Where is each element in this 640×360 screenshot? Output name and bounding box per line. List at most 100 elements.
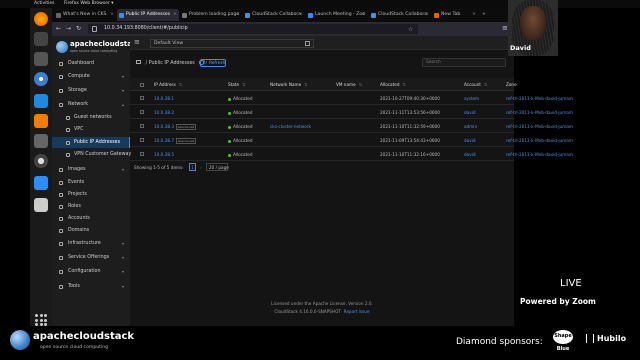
search-input[interactable]: Search bbox=[422, 58, 506, 67]
pagination: Showing 1-5 of 5 items ‹ 1 › 20 / page bbox=[134, 163, 334, 173]
hamburger-menu-icon[interactable]: ≡ bbox=[502, 24, 508, 32]
sidebar-item-compute[interactable]: Compute ▾ bbox=[52, 71, 130, 82]
prev-page-icon[interactable]: ‹ bbox=[182, 165, 184, 170]
network-link[interactable]: cks-cluster-network bbox=[270, 124, 311, 129]
chrome-icon[interactable] bbox=[34, 72, 48, 86]
zone-link[interactable]: ref-trl-2011-k-Mvb-david-jumam bbox=[506, 124, 573, 129]
row-checkbox[interactable] bbox=[140, 109, 144, 114]
dock bbox=[30, 8, 52, 328]
vscode-icon[interactable] bbox=[34, 94, 48, 108]
row-checkbox[interactable] bbox=[140, 95, 144, 100]
browser-tab-active[interactable]: Public IP Addresses × bbox=[117, 9, 179, 21]
show-apps-icon[interactable] bbox=[35, 314, 47, 326]
bookmark-star-icon[interactable]: ☆ bbox=[408, 26, 413, 33]
browser-tab[interactable]: Launch Meeting - Zoo × bbox=[306, 9, 368, 21]
browser-tab[interactable]: Problem loading page × bbox=[180, 9, 242, 21]
account-link[interactable]: system bbox=[464, 96, 479, 101]
sidebar-item-configuration[interactable]: Configuration ▾ bbox=[52, 266, 130, 277]
select-all-checkbox[interactable] bbox=[140, 82, 144, 87]
browser-tab[interactable]: What's New in CKS × bbox=[54, 9, 116, 21]
browser-tab[interactable]: CloudStack Collabora × bbox=[243, 9, 305, 21]
app-icon[interactable] bbox=[34, 52, 48, 66]
menu-toggle-icon[interactable]: ≡ bbox=[134, 38, 140, 46]
report-issue-link[interactable]: Report issue bbox=[344, 309, 370, 314]
reload-icon[interactable]: ↻ bbox=[76, 25, 81, 32]
allocated-cell: 2021-10-27T09:40:30+0600 bbox=[380, 96, 440, 101]
sidebar-item-accounts[interactable]: Accounts bbox=[52, 213, 130, 224]
sidebar-item-roles[interactable]: Roles bbox=[52, 201, 130, 212]
files-icon[interactable] bbox=[34, 32, 48, 46]
zone-link[interactable]: ref-trl-2011-k-Mvb-david-jumam bbox=[506, 110, 573, 115]
cloudstack-logo[interactable]: apachecloudstack open source cloud compu… bbox=[56, 38, 141, 58]
zone-link[interactable]: ref-trl-2011-k-Mvb-david-jumam bbox=[506, 96, 573, 101]
sidebar-item-guest-networks[interactable]: Guest networks bbox=[52, 112, 130, 123]
sublime-icon[interactable] bbox=[34, 114, 48, 128]
next-page-icon[interactable]: › bbox=[200, 165, 202, 170]
status-dot-icon bbox=[228, 97, 231, 101]
column-header[interactable]: State ⇅ bbox=[228, 82, 246, 87]
row-checkbox[interactable] bbox=[140, 151, 144, 156]
settings-icon[interactable] bbox=[34, 154, 48, 168]
column-header[interactable]: IP Address ⇅ bbox=[154, 82, 182, 87]
state-cell: Allocated bbox=[228, 110, 253, 115]
table-row[interactable]: 10.0.38.3 source-nat Allocated cks-cluste… bbox=[130, 119, 573, 133]
column-header[interactable]: Account ⇅ bbox=[464, 82, 487, 87]
column-header[interactable]: VM name ⇅ bbox=[336, 82, 362, 87]
sidebar-item-network[interactable]: Network ▴ bbox=[52, 99, 130, 110]
home-icon[interactable] bbox=[136, 60, 141, 65]
table-row[interactable]: 10.0.38.5 Allocated 2021-11-10T11:32:16+… bbox=[130, 147, 573, 161]
sidebar-item-infrastructure[interactable]: Infrastructure ▾ bbox=[52, 238, 130, 249]
sidebar-item-domains[interactable]: Domains bbox=[52, 225, 130, 236]
zoom-icon[interactable] bbox=[34, 176, 48, 190]
sidebar-item-storage[interactable]: Storage ▾ bbox=[52, 85, 130, 96]
live-indicator: LIVE bbox=[560, 278, 582, 289]
table-row[interactable]: 10.0.38.2 Allocated 2021-11-11T13:53:56+… bbox=[130, 105, 573, 119]
zone-link[interactable]: ref-trl-2011-k-Mvb-david-jumam bbox=[506, 138, 573, 143]
sidebar-item-images[interactable]: Images ▾ bbox=[52, 164, 130, 175]
browser-tab[interactable]: CloudStack Collabora × bbox=[369, 9, 431, 21]
account-link[interactable]: david bbox=[464, 138, 476, 143]
firefox-icon[interactable] bbox=[34, 12, 48, 26]
ip-address-link[interactable]: 10.0.38.7 source-nat bbox=[154, 138, 196, 144]
ip-address-link[interactable]: 10.0.38.2 bbox=[154, 110, 174, 115]
account-link[interactable]: david bbox=[464, 152, 476, 157]
view-selector[interactable]: Default View bbox=[150, 38, 314, 48]
activities-button[interactable]: Activities bbox=[34, 0, 55, 8]
row-checkbox[interactable] bbox=[140, 123, 144, 128]
sidebar-item-projects[interactable]: Projects bbox=[52, 189, 130, 200]
zone-link[interactable]: ref-trl-2011-k-Mvb-david-jumam bbox=[506, 152, 573, 157]
browser-tab[interactable]: New Tab × bbox=[432, 9, 478, 21]
logo-tagline: open source cloud computing bbox=[70, 49, 118, 53]
document-icon[interactable] bbox=[34, 198, 48, 212]
page-number[interactable]: 1 bbox=[189, 163, 196, 171]
infrastructure-icon bbox=[59, 241, 63, 246]
terminal-icon[interactable] bbox=[34, 134, 48, 148]
active-app-menu[interactable]: Firefox Web Browser ▾ bbox=[64, 0, 114, 8]
ip-address-link[interactable]: 10.0.38.5 bbox=[154, 152, 174, 157]
account-link[interactable]: david bbox=[464, 110, 476, 115]
sidebar-item-vpc[interactable]: VPC bbox=[52, 124, 130, 135]
sidebar-item-service-offerings[interactable]: Service Offerings ▾ bbox=[52, 252, 130, 263]
sidebar-item-tools[interactable]: Tools ▾ bbox=[52, 281, 130, 292]
refresh-button[interactable]: ↻ Refresh bbox=[200, 58, 226, 67]
back-icon[interactable]: ← bbox=[56, 25, 61, 32]
table-row[interactable]: 10.0.38.7 source-nat Allocated 2021-11-09… bbox=[130, 133, 573, 147]
page-size-select[interactable]: 20 / page bbox=[206, 163, 229, 171]
sidebar-item-public-ip[interactable]: Public IP Addresses bbox=[52, 137, 130, 148]
column-header[interactable]: Zone bbox=[506, 82, 517, 87]
sidebar-item-vpn-gateway[interactable]: VPN Customer Gateway bbox=[52, 149, 131, 160]
url-field[interactable]: 10.0.34.193:8080/client/#/publicip bbox=[88, 24, 418, 34]
table-row[interactable]: 10.0.38.1 Allocated 2021-10-27T09:40:30+… bbox=[130, 91, 573, 105]
account-link[interactable]: admin bbox=[464, 124, 477, 129]
sidebar-item-dashboard[interactable]: Dashboard bbox=[52, 58, 130, 69]
ip-address-link[interactable]: 10.0.38.1 bbox=[154, 96, 174, 101]
ip-address-link[interactable]: 10.0.38.3 source-nat bbox=[154, 124, 196, 130]
status-dot-icon bbox=[228, 139, 231, 143]
column-header[interactable]: Allocated ⇅ bbox=[380, 82, 406, 87]
column-header[interactable]: Network Name ⇅ bbox=[270, 82, 308, 87]
row-checkbox[interactable] bbox=[140, 137, 144, 142]
forward-icon[interactable]: → bbox=[66, 25, 71, 32]
pagination-summary: Showing 1-5 of 5 items bbox=[134, 165, 183, 170]
new-tab-icon[interactable]: + bbox=[480, 9, 490, 21]
sidebar-item-events[interactable]: Events bbox=[52, 177, 130, 188]
